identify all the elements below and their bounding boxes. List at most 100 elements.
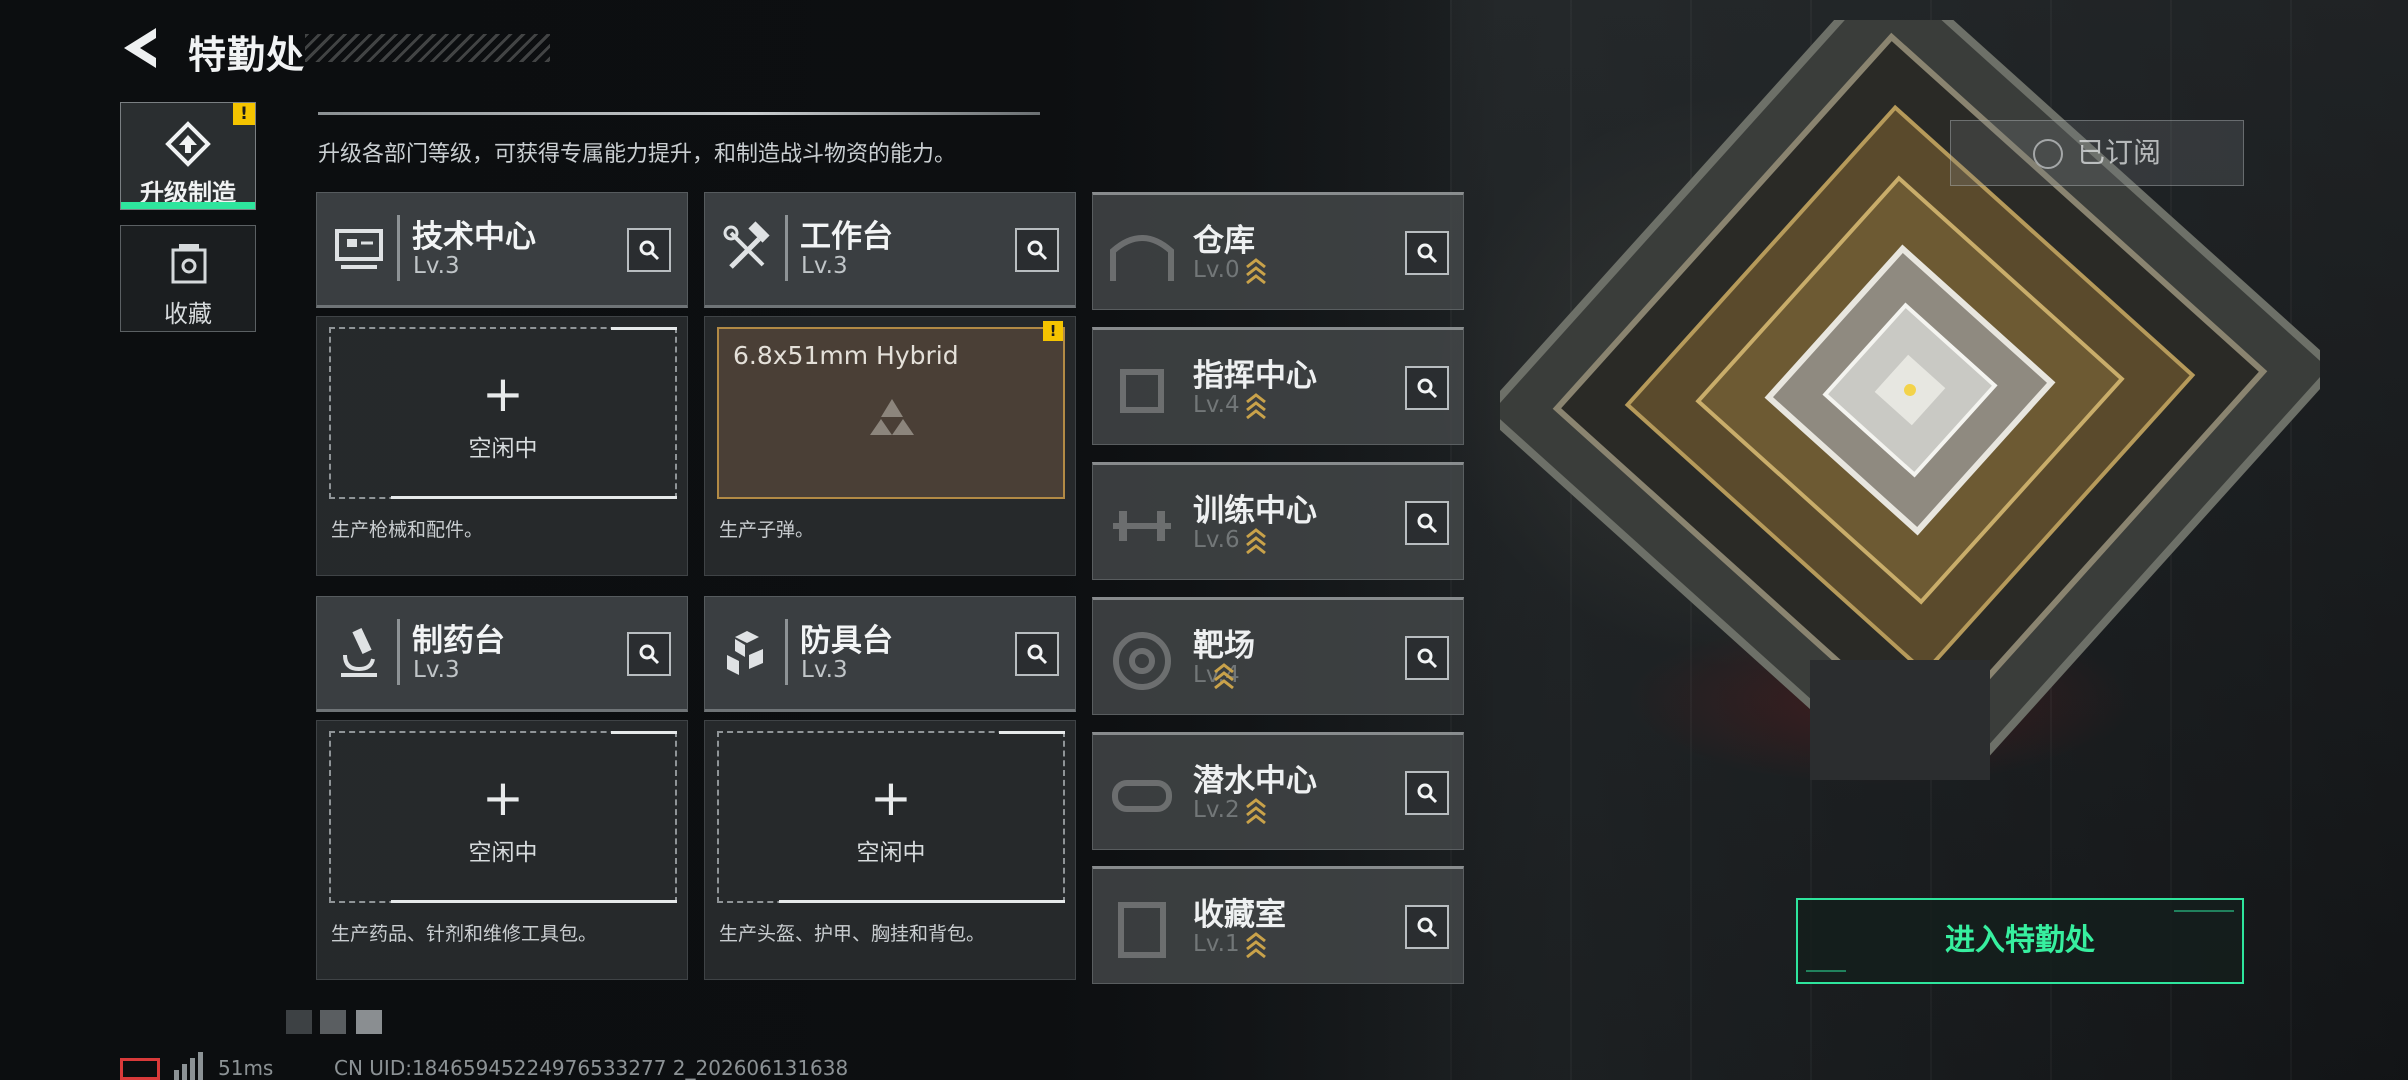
- button-decoration: [2174, 910, 2234, 912]
- inspect-button[interactable]: [627, 632, 671, 676]
- search-icon: [639, 644, 660, 665]
- card-divider: [785, 215, 788, 281]
- dept-row-training-center[interactable]: 训练中心 Lv.6: [1092, 462, 1464, 580]
- inspect-button[interactable]: [627, 228, 671, 272]
- dept-name: 训练中心: [1193, 493, 1317, 529]
- upgrade-available-icon: [1214, 663, 1234, 690]
- dept-name: 靶场: [1193, 628, 1255, 664]
- dumbbell-icon: [1113, 511, 1171, 541]
- production-slot-empty[interactable]: + 空闲中: [329, 327, 677, 499]
- dept-name: 制药台: [412, 623, 505, 659]
- dept-level: Lv.3: [801, 253, 848, 279]
- add-icon: +: [482, 769, 524, 827]
- dept-card-workbench[interactable]: 工作台 Lv.3: [704, 192, 1076, 308]
- enter-button-label: 进入特勤处: [1945, 923, 2095, 958]
- nav-tab-upgrade-manufacture[interactable]: 升级制造 !: [120, 102, 256, 210]
- work-panel-armor-bench: + 空闲中 生产头盔、护甲、胸挂和背包。: [704, 720, 1076, 980]
- dept-card-pharmacy[interactable]: 制药台 Lv.3: [316, 596, 688, 712]
- dept-level: Lv.3: [801, 657, 848, 683]
- inspect-button[interactable]: [1015, 632, 1059, 676]
- dept-level: Lv.0: [1193, 257, 1240, 283]
- search-icon: [1417, 513, 1438, 534]
- microscope-icon: [341, 628, 377, 677]
- search-icon: [1417, 243, 1438, 264]
- chip-icon: [1120, 369, 1164, 413]
- dept-row-command-center[interactable]: 指挥中心 Lv.4: [1092, 327, 1464, 445]
- inspect-button[interactable]: [1405, 905, 1449, 949]
- search-icon: [639, 240, 660, 261]
- dept-level: Lv.1: [1193, 931, 1240, 957]
- card-divider: [785, 619, 788, 685]
- slot-status: 空闲中: [468, 436, 538, 462]
- card-divider: [397, 215, 400, 281]
- inspect-button[interactable]: [1405, 771, 1449, 815]
- collection-icon: [171, 244, 207, 284]
- panel-description: 生产枪械和配件。: [331, 519, 484, 541]
- ammo-triangle-icon: [870, 399, 914, 435]
- warehouse-icon: [1110, 235, 1174, 281]
- page-title: 特勤处: [188, 33, 306, 77]
- upgrade-available-icon: [1246, 932, 1266, 959]
- subscribe-icon: [2032, 139, 2063, 169]
- inspect-button[interactable]: [1405, 501, 1449, 545]
- add-icon: +: [870, 769, 912, 827]
- search-icon: [1417, 783, 1438, 804]
- hammer-wrench-icon: [723, 221, 770, 269]
- dept-row-warehouse[interactable]: 仓库 Lv.0: [1092, 192, 1464, 310]
- inspect-button[interactable]: [1015, 228, 1059, 272]
- inspect-button[interactable]: [1405, 636, 1449, 680]
- button-decoration: [1806, 970, 1846, 972]
- nav-tab-collection[interactable]: 收藏: [120, 225, 256, 332]
- upgrade-manufacture-icon: [165, 121, 211, 167]
- target-icon: [1113, 632, 1171, 690]
- upgrade-available-icon: [1246, 528, 1266, 555]
- dept-level: Lv.3: [413, 253, 460, 279]
- upgrade-available-icon: [1246, 798, 1266, 825]
- diving-mask-icon: [1112, 780, 1172, 812]
- slot-corner-accent: [391, 900, 677, 903]
- panel-description: 生产子弹。: [719, 519, 815, 541]
- dept-name: 技术中心: [412, 219, 536, 255]
- enter-special-ops-button[interactable]: 进入特勤处: [1796, 898, 2244, 984]
- alert-badge: !: [233, 103, 255, 125]
- inspect-button[interactable]: [1405, 366, 1449, 410]
- page-indicator-dot[interactable]: [320, 1010, 346, 1034]
- inspect-button[interactable]: [1405, 231, 1449, 275]
- page-indicator-dot[interactable]: [286, 1010, 312, 1034]
- work-panel-pharmacy: + 空闲中 生产药品、针剂和维修工具包。: [316, 720, 688, 980]
- search-icon: [1027, 240, 1048, 261]
- dept-row-shooting-range[interactable]: 靶场 Lv.4: [1092, 597, 1464, 715]
- alert-badge: !: [1043, 321, 1063, 341]
- slot-corner-accent: [611, 327, 677, 330]
- dept-row-collection-room[interactable]: 收藏室 Lv.1: [1092, 866, 1464, 984]
- active-tab-indicator: [121, 202, 255, 209]
- slot-status: 空闲中: [856, 840, 926, 866]
- dept-card-tech-center[interactable]: 技术中心 Lv.3: [316, 192, 688, 308]
- upgrade-available-icon: [1246, 393, 1266, 420]
- dept-row-diving-center[interactable]: 潜水中心 Lv.2: [1092, 732, 1464, 850]
- dept-level: Lv.3: [413, 657, 460, 683]
- back-arrow-icon[interactable]: [118, 24, 164, 72]
- slot-corner-accent: [999, 731, 1065, 734]
- dept-name: 工作台: [800, 219, 893, 255]
- dept-name: 指挥中心: [1193, 358, 1317, 394]
- cubes-icon: [727, 631, 763, 675]
- dept-card-armor-bench[interactable]: 防具台 Lv.3: [704, 596, 1076, 712]
- card-divider: [397, 619, 400, 685]
- subscribed-button[interactable]: 已订阅: [1950, 120, 2244, 186]
- production-slot-active[interactable]: 6.8x51mm Hybrid !: [717, 321, 1065, 499]
- collection-room-icon: [1118, 902, 1166, 958]
- dept-level: Lv.2: [1193, 797, 1240, 823]
- dept-level: Lv.6: [1193, 527, 1240, 553]
- title-decoration: [305, 34, 550, 62]
- production-slot-empty[interactable]: + 空闲中: [717, 731, 1065, 903]
- work-panel-tech-center: + 空闲中 生产枪械和配件。: [316, 316, 688, 576]
- page-indicator-dot[interactable]: [356, 1010, 382, 1034]
- user-id-text: CN UID:18465945224976533277 2_2026061316…: [334, 1056, 849, 1080]
- production-slot-empty[interactable]: + 空闲中: [329, 731, 677, 903]
- dept-name: 收藏室: [1193, 897, 1286, 933]
- upgrade-available-icon: [1246, 258, 1266, 285]
- search-icon: [1027, 644, 1048, 665]
- battery-low-icon: [120, 1058, 160, 1080]
- search-icon: [1417, 648, 1438, 669]
